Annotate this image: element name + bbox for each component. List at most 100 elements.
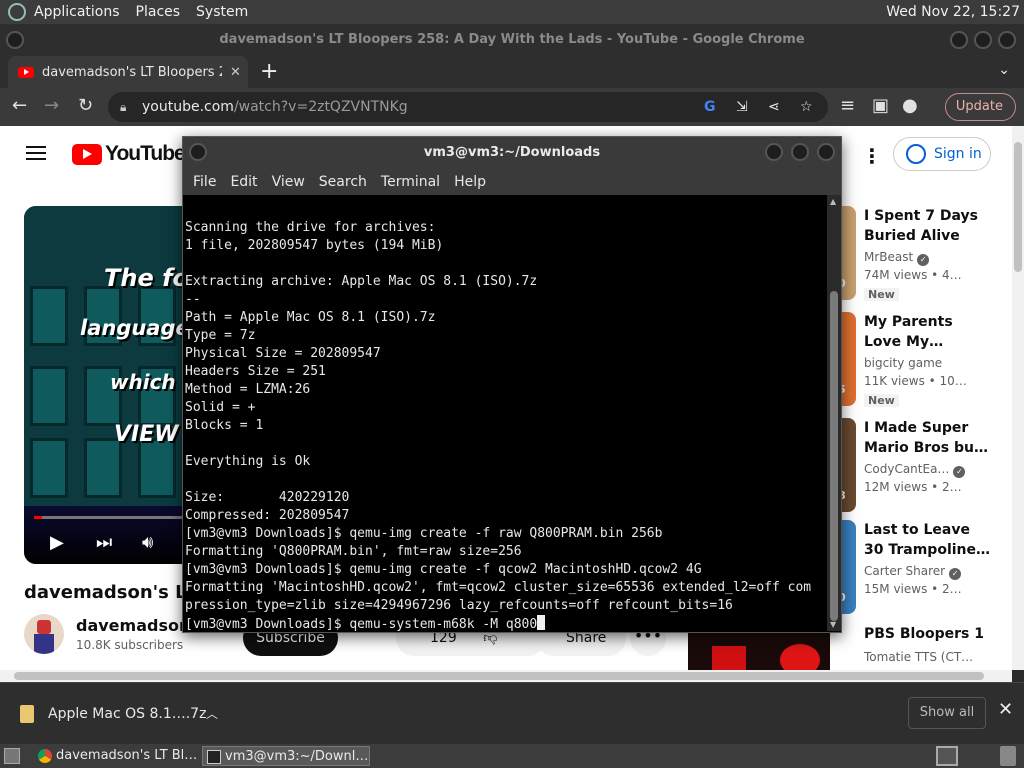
recommendation-item[interactable]: 0 Last to Leave30 Trampoline… Carter Sha… [836, 520, 1012, 620]
close-window-icon[interactable] [817, 143, 835, 161]
volume-icon[interactable]: 🔊︎ [142, 532, 153, 553]
terminal-titlebar[interactable]: vm3@vm3:~/Downloads [183, 137, 841, 169]
minimize-icon[interactable] [765, 143, 783, 161]
recommendation-title[interactable]: Last to Leave 30 Trampoline… [864, 520, 1012, 560]
menu-file[interactable]: File [193, 169, 216, 195]
sign-in-button[interactable]: Sign in [893, 137, 991, 171]
new-tab-button[interactable]: + [260, 60, 278, 84]
workspace-switcher[interactable] [936, 746, 958, 766]
reload-icon[interactable]: ↻ [78, 96, 93, 116]
video-progress-bar[interactable] [34, 516, 194, 519]
recommendation-title[interactable]: I Made Super Mario Bros bu… [864, 418, 1012, 458]
menu-terminal[interactable]: Terminal [381, 169, 440, 195]
terminal-line: Formatting 'Q800PRAM.bin', fmt=raw size=… [185, 544, 522, 559]
scroll-down-arrow-icon[interactable]: ▼ [830, 620, 836, 629]
chrome-icon [38, 749, 52, 763]
terminal-scroll-thumb[interactable] [830, 291, 838, 621]
forward-arrow-icon[interactable]: → [44, 96, 59, 116]
chrome-window-title: davemadson's LT Bloopers 258: A Day With… [219, 32, 805, 47]
recommendation-title[interactable]: PBS Bloopers 1 [864, 624, 1012, 644]
youtube-logo-text: YouTube [105, 142, 186, 165]
close-download-shelf-icon[interactable]: ✕ [998, 699, 1013, 720]
recommendation-meta: 12M views • 2… [864, 480, 962, 494]
window-menu-icon[interactable] [189, 143, 207, 161]
trash-icon[interactable] [1000, 746, 1016, 766]
menu-applications[interactable]: Applications [26, 0, 128, 24]
close-window-icon[interactable] [998, 31, 1016, 49]
chrome-toolbar: ← → ↻ 🔒︎ youtube.com/watch?v=2ztQZVNTNKg… [0, 88, 1024, 126]
recommendation-channel[interactable]: MrBeast ✓ [864, 250, 930, 266]
side-panel-icon[interactable]: ▣ [872, 96, 889, 116]
hamburger-menu-icon[interactable] [26, 146, 46, 160]
new-badge: New [864, 394, 899, 407]
maximize-icon[interactable] [791, 143, 809, 161]
terminal-prompt-line[interactable]: [vm3@vm3 Downloads]$ qemu-system-m68k -M… [185, 615, 825, 631]
tab-youtube[interactable]: davemadson's LT Bloopers 258 ✕ [8, 56, 248, 88]
applications-logo-icon[interactable] [8, 3, 26, 21]
recommendation-channel[interactable]: bigcity game [864, 356, 942, 370]
update-button[interactable]: Update [944, 93, 1016, 121]
youtube-logo[interactable]: YouTube [72, 142, 186, 166]
recommendation-title[interactable]: I Spent 7 Days Buried Alive [864, 206, 1012, 246]
taskbar-chrome[interactable]: davemadson's LT Bl… [34, 746, 200, 766]
video-caption-line: VIEW [114, 422, 179, 447]
channel-avatar[interactable] [24, 614, 64, 654]
show-desktop-icon[interactable] [4, 748, 20, 764]
download-item[interactable]: Apple Mac OS 8.1….7z [16, 699, 206, 729]
scroll-up-arrow-icon[interactable]: ▲ [830, 197, 836, 206]
play-icon[interactable]: ▶ [50, 532, 64, 553]
page-horizontal-scrollbar[interactable] [0, 670, 1012, 682]
recommendation-title[interactable]: My Parents Love My… [864, 312, 1012, 352]
recommendation-thumbnail[interactable] [688, 632, 830, 670]
bookmark-star-icon[interactable]: ☆ [800, 92, 813, 122]
address-bar[interactable]: 🔒︎ youtube.com/watch?v=2ztQZVNTNKg G ⇲ ⋖… [108, 92, 828, 122]
recommendation-item[interactable]: 8 I Made SuperMario Bros bu… CodyCantEa…… [836, 418, 1012, 518]
menu-edit[interactable]: Edit [230, 169, 257, 195]
lock-icon[interactable]: 🔒︎ [120, 92, 126, 122]
settings-kebab-icon[interactable]: ⋮ [862, 144, 882, 168]
google-lens-icon[interactable]: G [704, 92, 716, 122]
next-icon[interactable]: ⏭ [96, 532, 112, 553]
maximize-icon[interactable] [974, 31, 992, 49]
taskbar-terminal[interactable]: vm3@vm3:~/Downl… [202, 746, 370, 766]
share-icon[interactable]: ⋖ [768, 92, 780, 122]
tab-close-icon[interactable]: ✕ [230, 65, 241, 80]
page-vertical-scrollbar[interactable] [1012, 126, 1024, 670]
panel-clock[interactable]: Wed Nov 22, 15:27 [886, 0, 1020, 24]
profile-avatar-icon[interactable]: ● [902, 96, 918, 116]
menu-system[interactable]: System [188, 0, 256, 24]
terminal-line: 1 file, 202809547 bytes (194 MiB) [185, 238, 444, 253]
chevron-up-icon[interactable]: ︿ [206, 705, 218, 722]
recommendation-item[interactable]: 0 I Spent 7 DaysBuried Alive MrBeast✓ 74… [836, 206, 1012, 306]
terminal-output[interactable]: Scanning the drive for archives: 1 file, … [185, 219, 825, 631]
show-all-downloads-button[interactable]: Show all [908, 697, 986, 729]
url-path: /watch?v=2ztQZVNTNKg [233, 99, 408, 115]
menu-help[interactable]: Help [454, 169, 486, 195]
recommendation-meta: 74M views • 4… [864, 268, 962, 282]
tab-search-chevron-icon[interactable]: ⌄ [998, 62, 1010, 78]
recommendation-channel[interactable]: Tomatie TTS (CT… [864, 650, 973, 664]
chrome-window-titlebar[interactable]: davemadson's LT Bloopers 258: A Day With… [0, 24, 1024, 56]
video-controls: ▶ ⏭ 🔊︎ [24, 506, 194, 564]
minimize-icon[interactable] [950, 31, 968, 49]
menu-view[interactable]: View [272, 169, 305, 195]
video-player[interactable]: The fo language, which mo VIEW ▶ ⏭ 🔊︎ [24, 206, 194, 564]
recommendation-item[interactable]: 5 My ParentsLove My… bigcity game 11K vi… [836, 312, 1012, 412]
terminal-window[interactable]: vm3@vm3:~/Downloads File Edit View Searc… [182, 136, 842, 633]
verified-check-icon: ✓ [949, 568, 962, 580]
menu-search[interactable]: Search [319, 169, 367, 195]
reading-list-icon[interactable]: ≡ [840, 96, 855, 116]
terminal-scrollbar[interactable]: ▲ ▼ [827, 195, 841, 631]
terminal-line: Method = LZMA:26 [185, 382, 311, 397]
menu-places[interactable]: Places [128, 0, 189, 24]
back-arrow-icon[interactable]: ← [12, 96, 27, 116]
video-frame [24, 206, 194, 506]
recommendation-item[interactable]: PBS Bloopers 1 Tomatie TTS (CT… [836, 622, 1012, 670]
install-app-icon[interactable]: ⇲ [736, 92, 748, 122]
window-menu-icon[interactable] [6, 31, 24, 49]
recommendation-channel[interactable]: Carter Sharer ✓ [864, 564, 962, 580]
terminal-line: [vm3@vm3 Downloads]$ qemu-img create -f … [185, 562, 702, 577]
recommendation-channel[interactable]: CodyCantEa… ✓ [864, 462, 966, 478]
